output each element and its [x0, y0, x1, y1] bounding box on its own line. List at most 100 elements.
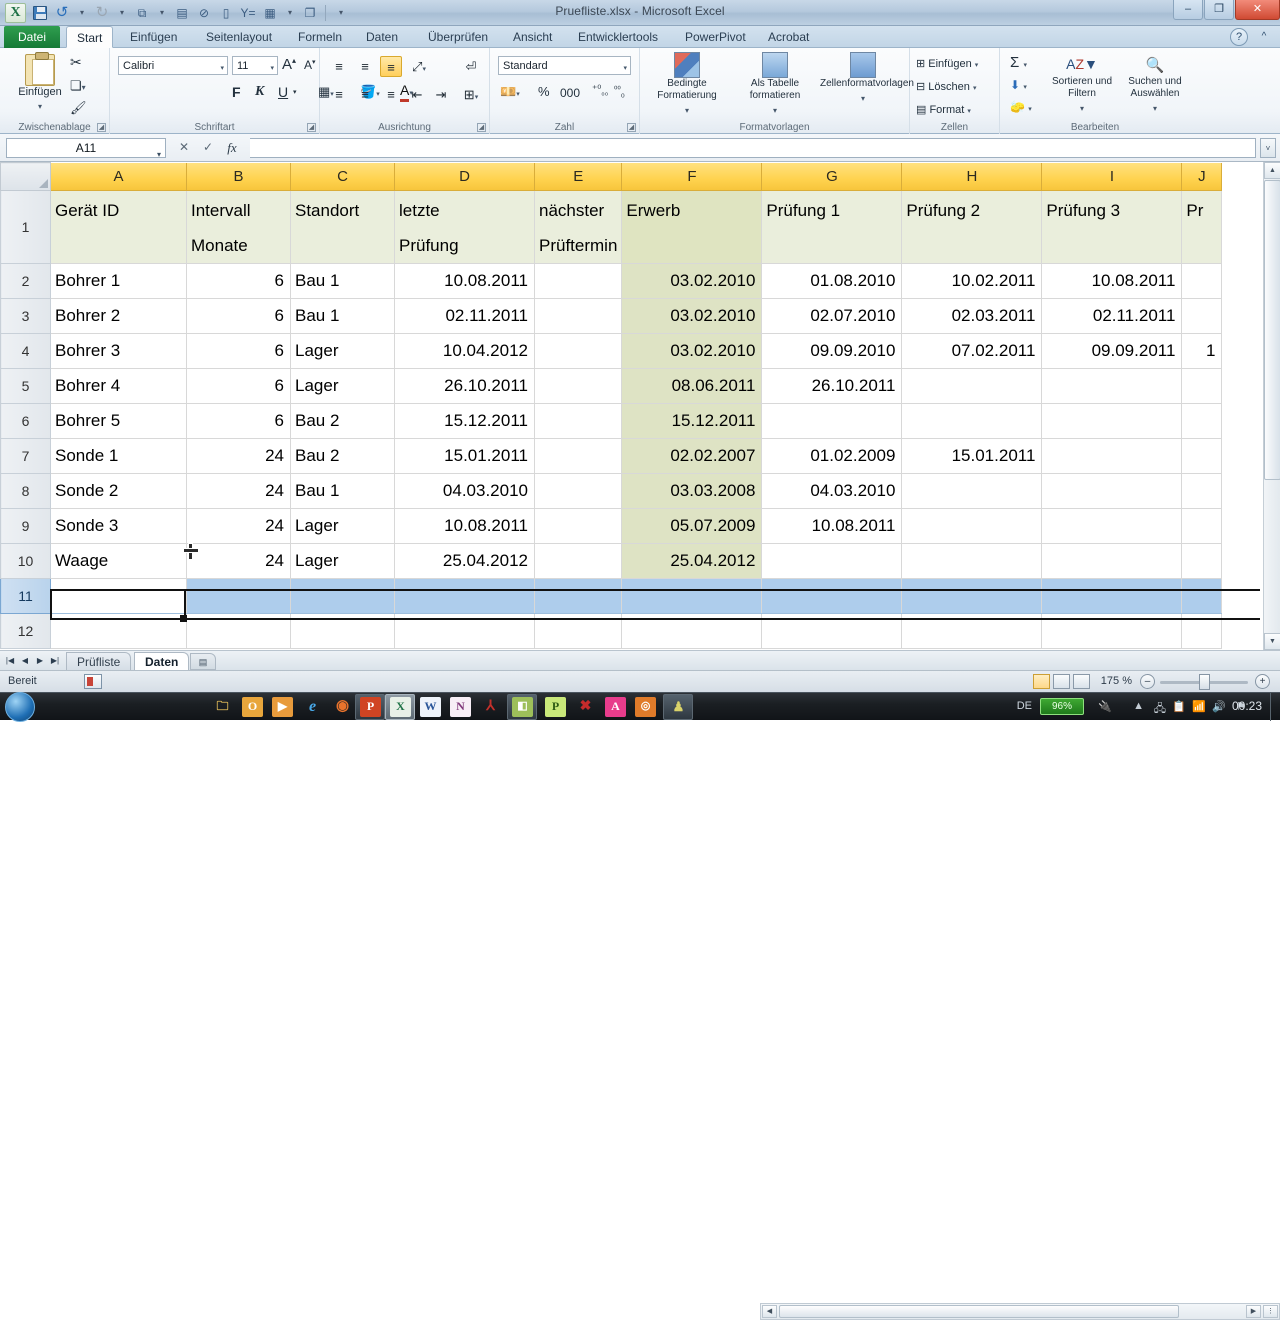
shrink-font-button[interactable]: A▾ — [304, 58, 316, 72]
spreadsheet-grid[interactable]: A B C D E F G H I J 1 Gerät ID Intervall — [0, 162, 1280, 650]
tab-ueberpruefen[interactable]: Überprüfen — [418, 26, 498, 48]
cell-c7[interactable]: Bau 2 — [290, 438, 395, 474]
expand-formula-bar-icon[interactable]: ˅ — [1260, 138, 1276, 158]
media-player-icon[interactable]: ▶ — [272, 697, 293, 717]
tab-einfuegen[interactable]: Einfügen — [120, 26, 187, 48]
name-box[interactable]: A11 ▾ — [6, 138, 166, 159]
top-align-button[interactable]: ≡ — [328, 56, 350, 77]
horizontal-scrollbar[interactable]: ◀ ▶ ⋮ — [760, 1303, 1280, 1320]
font-dialog-launcher[interactable]: ◢ — [307, 123, 316, 132]
cell-d6[interactable]: 15.12.2011 — [394, 403, 535, 439]
clear-button[interactable]: 🧽 ▾ — [1010, 100, 1032, 120]
cell-e6[interactable] — [534, 403, 623, 439]
cancel-formula-icon[interactable]: ✕ — [172, 138, 196, 158]
internet-explorer-icon[interactable]: e — [302, 697, 323, 717]
cell-i11[interactable] — [1041, 578, 1183, 614]
cell-c11[interactable] — [290, 578, 395, 614]
start-button[interactable] — [5, 692, 35, 722]
signal-icon[interactable]: 📶 — [1192, 700, 1206, 713]
cell-d11[interactable] — [394, 578, 535, 614]
thousands-button[interactable]: 000 — [560, 86, 580, 100]
cell-g12[interactable] — [761, 613, 903, 649]
cell-c1[interactable]: Standort — [290, 190, 395, 264]
column-header-g[interactable]: G — [761, 162, 903, 191]
cell-h8[interactable] — [901, 473, 1043, 509]
row-header-9[interactable]: 9 — [0, 508, 51, 544]
cell-g10[interactable] — [761, 543, 903, 579]
person-icon[interactable]: ♟ — [668, 697, 689, 717]
cell-b5[interactable]: 6 — [186, 368, 291, 404]
cell-a1[interactable]: Gerät ID — [50, 190, 187, 264]
cell-g4[interactable]: 09.09.2010 — [761, 333, 903, 369]
cell-a5[interactable]: Bohrer 4 — [50, 368, 187, 404]
cell-a12[interactable] — [50, 613, 187, 649]
cell-j9[interactable] — [1181, 508, 1223, 544]
cell-h5[interactable] — [901, 368, 1043, 404]
cell-j6[interactable] — [1181, 403, 1223, 439]
battery-indicator[interactable]: 96% — [1040, 698, 1084, 715]
row-header-3[interactable]: 3 — [0, 298, 51, 334]
cell-c2[interactable]: Bau 1 — [290, 263, 395, 299]
cell-e3[interactable] — [534, 298, 623, 334]
cell-i10[interactable] — [1041, 543, 1183, 579]
cell-i9[interactable] — [1041, 508, 1183, 544]
clipboard-dialog-launcher[interactable]: ◢ — [97, 123, 106, 132]
cell-a2[interactable]: Bohrer 1 — [50, 263, 187, 299]
cell-b6[interactable]: 6 — [186, 403, 291, 439]
cell-a11[interactable] — [50, 578, 187, 614]
cell-j10[interactable] — [1181, 543, 1223, 579]
underline-label[interactable]: U — [278, 84, 288, 100]
font-size-input[interactable]: 11 ▾ — [232, 56, 278, 75]
cell-b4[interactable]: 6 — [186, 333, 291, 369]
column-header-j[interactable]: J — [1181, 162, 1223, 191]
close-button[interactable]: ✕ — [1235, 0, 1280, 20]
align-right-button[interactable]: ≡ — [380, 84, 402, 105]
alignment-dialog-launcher[interactable]: ◢ — [477, 123, 486, 132]
tab-datei[interactable]: Datei — [4, 26, 60, 48]
cell-j11[interactable] — [1181, 578, 1223, 614]
cell-f6[interactable]: 15.12.2011 — [621, 403, 763, 439]
align-left-button[interactable]: ≡ — [328, 84, 350, 105]
cell-j7[interactable] — [1181, 438, 1223, 474]
minimize-button[interactable]: – — [1173, 0, 1203, 20]
cell-h10[interactable] — [901, 543, 1043, 579]
formula-input[interactable] — [250, 138, 1256, 158]
tab-ansicht[interactable]: Ansicht — [503, 26, 562, 48]
zoom-level[interactable]: 175 % — [1101, 675, 1132, 687]
currency-button[interactable]: 💴▾ — [500, 84, 520, 105]
cell-a6[interactable]: Bohrer 5 — [50, 403, 187, 439]
cell-a7[interactable]: Sonde 1 — [50, 438, 187, 474]
scroll-down-icon[interactable]: ▼ — [1264, 633, 1280, 650]
notes-icon[interactable]: ◧ — [512, 697, 533, 717]
cell-d10[interactable]: 25.04.2012 — [394, 543, 535, 579]
cell-g1[interactable]: Prüfung 1 — [761, 190, 903, 264]
cell-g9[interactable]: 10.08.2011 — [761, 508, 903, 544]
cell-f11[interactable] — [621, 578, 763, 614]
network-icon[interactable]: 🖧 — [1154, 700, 1166, 719]
increase-indent-button[interactable]: ⇥ — [430, 84, 452, 105]
cell-a3[interactable]: Bohrer 2 — [50, 298, 187, 334]
cell-h7[interactable]: 15.01.2011 — [901, 438, 1043, 474]
firefox-icon[interactable]: ◉ — [332, 697, 353, 717]
cell-h3[interactable]: 02.03.2011 — [901, 298, 1043, 334]
bottom-align-button[interactable]: ≡ — [380, 56, 402, 77]
tab-acrobat[interactable]: Acrobat — [758, 26, 819, 48]
normal-view-icon[interactable] — [1033, 674, 1050, 689]
acrobat-icon[interactable]: ⅄ — [480, 697, 501, 717]
cell-e1[interactable]: nächster Prüftermin — [534, 190, 623, 264]
help-icon[interactable]: ? — [1230, 28, 1248, 46]
cell-e12[interactable] — [534, 613, 623, 649]
row-header-6[interactable]: 6 — [0, 403, 51, 439]
font-name-input[interactable]: Calibri ▾ — [118, 56, 228, 75]
autosum-button[interactable]: Σ ▾ — [1010, 54, 1027, 76]
camtasia-icon[interactable]: ✖ — [575, 697, 596, 717]
cell-g8[interactable]: 04.03.2010 — [761, 473, 903, 509]
cell-a8[interactable]: Sonde 2 — [50, 473, 187, 509]
fill-button[interactable]: ⬇ ▾ — [1010, 78, 1027, 98]
cell-f1[interactable]: Erwerb — [621, 190, 763, 264]
cell-d4[interactable]: 10.04.2012 — [394, 333, 535, 369]
word-icon[interactable]: W — [420, 697, 441, 717]
tab-formeln[interactable]: Formeln — [288, 26, 352, 48]
cell-f8[interactable]: 03.03.2008 — [621, 473, 763, 509]
prev-sheet-icon[interactable]: ◀ — [19, 653, 31, 669]
